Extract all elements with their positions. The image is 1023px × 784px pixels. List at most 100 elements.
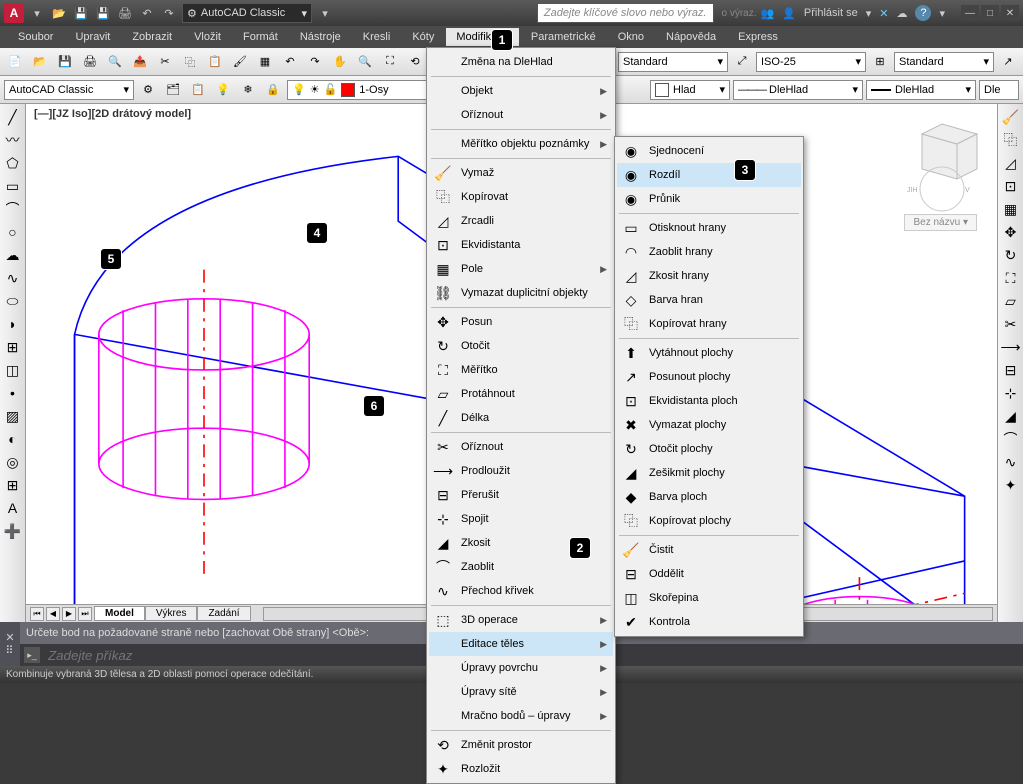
rotate-icon[interactable]: ↻ (1000, 244, 1022, 266)
solid-edit-item-13[interactable]: ◢Zešikmit plochy (617, 461, 801, 485)
dim-icon[interactable]: ⤢ (731, 51, 753, 73)
zoom-icon[interactable]: 🔍 (354, 51, 376, 73)
mod-menu-item-1[interactable]: Objekt▶ (429, 79, 613, 103)
mod-menu-item-26[interactable]: Mračno bodů – úpravy▶ (429, 704, 613, 728)
mod-menu-item-7[interactable]: ⊡Ekvidistanta (429, 233, 613, 257)
plotstyle-combo[interactable]: Dle (979, 80, 1019, 100)
solid-edit-item-4[interactable]: ◠Zaoblit hrany (617, 240, 801, 264)
menu-kóty[interactable]: Kóty (402, 28, 444, 46)
erase-icon[interactable]: 🧹 (1000, 106, 1022, 128)
paste-icon[interactable]: 📋 (204, 51, 226, 73)
pline-icon[interactable]: 〰 (2, 129, 24, 151)
menu-formát[interactable]: Formát (233, 28, 288, 46)
block-make-icon[interactable]: ◫ (2, 359, 24, 381)
table-icon[interactable]: ⊞ (869, 51, 891, 73)
layout-tab-výkres[interactable]: Výkres (145, 606, 198, 621)
menu-parametrické[interactable]: Parametrické (521, 28, 606, 46)
cmd-prompt-icon[interactable]: ▸_ (24, 647, 40, 663)
chamfer-icon[interactable]: ◢ (1000, 405, 1022, 427)
match-icon[interactable]: 🖌 (229, 51, 251, 73)
block-icon[interactable]: ▦ (254, 51, 276, 73)
tab-last-icon[interactable]: ⏭ (78, 607, 92, 621)
solid-edit-item-15[interactable]: ⿻Kopírovat plochy (617, 509, 801, 533)
layout-tab-model[interactable]: Model (94, 606, 145, 621)
app-icon[interactable]: A (4, 3, 24, 23)
gradient-icon[interactable]: ◐ (2, 428, 24, 450)
solid-edit-item-1[interactable]: ◉Rozdíl (617, 163, 801, 187)
solid-edit-item-9[interactable]: ↗Posunout plochy (617, 365, 801, 389)
close-cmd-icon[interactable]: ✕⠿ (0, 622, 20, 666)
table-icon[interactable]: ⊞ (2, 474, 24, 496)
blend-icon[interactable]: ∿ (1000, 451, 1022, 473)
mod-menu-item-12[interactable]: ⛶Měřítko (429, 358, 613, 382)
addsel-icon[interactable]: ➕ (2, 520, 24, 542)
mod-menu-item-25[interactable]: Úpravy sítě▶ (429, 680, 613, 704)
user-icon[interactable]: 👤 (782, 7, 796, 20)
help-icon[interactable]: ? (915, 5, 931, 21)
new-icon[interactable]: 📄 (4, 51, 26, 73)
block-insert-icon[interactable]: ⊞ (2, 336, 24, 358)
qat-print-icon[interactable]: 🖨 (116, 4, 134, 22)
qat-undo-icon[interactable]: ↶ (138, 4, 156, 22)
mod-menu-item-22[interactable]: ⬚3D operace▶ (429, 608, 613, 632)
maximize-button[interactable]: □ (981, 5, 999, 21)
array-icon[interactable]: ▦ (1000, 198, 1022, 220)
cloud-icon[interactable]: ☁ (896, 7, 907, 20)
lineweight-combo[interactable]: DleHlad▾ (866, 80, 976, 100)
solid-edit-item-3[interactable]: ▭Otisknout hrany (617, 216, 801, 240)
solid-edit-item-12[interactable]: ↻Otočit plochy (617, 437, 801, 461)
qat-save-icon[interactable]: 💾 (72, 4, 90, 22)
spline-icon[interactable]: ∿ (2, 267, 24, 289)
open-icon[interactable]: 📂 (29, 51, 51, 73)
save-icon[interactable]: 💾 (54, 51, 76, 73)
exchange-icon[interactable]: ✕ (879, 7, 888, 20)
solid-edit-item-10[interactable]: ⊡Ekvidistanta ploch (617, 389, 801, 413)
solid-edit-item-11[interactable]: ✖Vymazat plochy (617, 413, 801, 437)
line-icon[interactable]: ╱ (2, 106, 24, 128)
layer-lock-icon[interactable]: 🔒 (262, 79, 284, 101)
solid-edit-item-8[interactable]: ⬆Vytáhnout plochy (617, 341, 801, 365)
mod-menu-item-4[interactable]: 🧹Vymaž (429, 161, 613, 185)
mod-menu-item-14[interactable]: ╱Délka (429, 406, 613, 430)
menu-kresli[interactable]: Kresli (353, 28, 401, 46)
mod-menu-item-5[interactable]: ⿻Kopírovat (429, 185, 613, 209)
layer-prop-icon[interactable]: 🗂 (162, 79, 184, 101)
layer-state-badge[interactable]: Bez názvu ▾ (904, 214, 977, 231)
solid-edit-item-2[interactable]: ◉Průnik (617, 187, 801, 211)
workspace-combo-2[interactable]: AutoCAD Classic▾ (4, 80, 134, 100)
explode-icon[interactable]: ✦ (1000, 474, 1022, 496)
login-link[interactable]: Přihlásit se (804, 7, 858, 19)
region-icon[interactable]: ◎ (2, 451, 24, 473)
copy-icon[interactable]: ⿻ (1000, 129, 1022, 151)
color-combo[interactable]: Hlad▾ (650, 80, 730, 100)
qat-saveas-icon[interactable]: 💾 (94, 4, 112, 22)
ellipse-icon[interactable]: ⬭ (2, 290, 24, 312)
group-icon[interactable]: 👥 (761, 7, 775, 20)
textstyle-combo[interactable]: Standard▾ (618, 52, 728, 72)
workspace-combo[interactable]: ⚙ AutoCAD Classic ▾ (182, 3, 312, 23)
undo-icon[interactable]: ↶ (279, 51, 301, 73)
tab-next-icon[interactable]: ▶ (62, 607, 76, 621)
circle-icon[interactable]: ○ (2, 221, 24, 243)
chevron-down-icon[interactable]: ▾ (939, 7, 945, 20)
tab-prev-icon[interactable]: ◀ (46, 607, 60, 621)
mod-menu-item-3[interactable]: Měřítko objektu poznámky▶ (429, 132, 613, 156)
linetype-combo[interactable]: ——— DleHlad▾ (733, 80, 863, 100)
redo-icon[interactable]: ↷ (304, 51, 326, 73)
mod-menu-item-16[interactable]: ⟶Prodloužit (429, 459, 613, 483)
mod-menu-item-17[interactable]: ⊟Přerušit (429, 483, 613, 507)
qat-redo-icon[interactable]: ↷ (160, 4, 178, 22)
mtext-icon[interactable]: A (2, 497, 24, 519)
search-input[interactable]: Zadejte klíčové slovo nebo výraz. (537, 3, 714, 23)
cut-icon[interactable]: ✂ (154, 51, 176, 73)
move-icon[interactable]: ✥ (1000, 221, 1022, 243)
extend-icon[interactable]: ⟶ (1000, 336, 1022, 358)
solid-edit-item-16[interactable]: 🧹Čistit (617, 538, 801, 562)
solid-edit-item-18[interactable]: ◫Skořepina (617, 586, 801, 610)
pan-icon[interactable]: ✋ (329, 51, 351, 73)
layout-tab-zadání[interactable]: Zadání (197, 606, 250, 621)
menu-nápověda[interactable]: Nápověda (656, 28, 726, 46)
point-icon[interactable]: • (2, 382, 24, 404)
scale-icon[interactable]: ⛶ (1000, 267, 1022, 289)
layer-off-icon[interactable]: 💡 (212, 79, 234, 101)
